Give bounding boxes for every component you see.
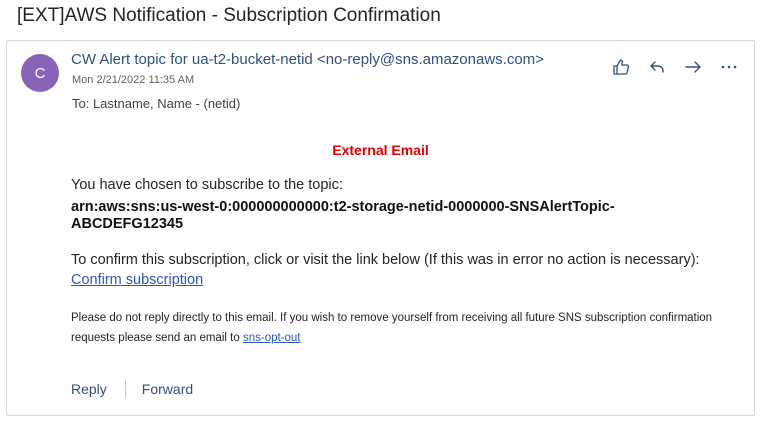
more-icon bbox=[721, 65, 737, 69]
external-email-banner: External Email bbox=[332, 142, 429, 158]
recipient-line: To: Lastname, Name - (netid) bbox=[72, 96, 241, 111]
email-subject: [EXT]AWS Notification - Subscription Con… bbox=[17, 5, 441, 26]
like-button[interactable] bbox=[603, 55, 639, 79]
forward-icon bbox=[685, 61, 701, 73]
sns-opt-out-link[interactable]: sns-opt-out bbox=[243, 332, 301, 344]
message-actions bbox=[603, 55, 747, 79]
footnote-text: Please do not reply directly to this ema… bbox=[71, 312, 713, 344]
more-actions-button[interactable] bbox=[711, 55, 747, 79]
sender-avatar[interactable]: C bbox=[21, 54, 59, 92]
sender-name[interactable]: CW Alert topic for ua-t2-bucket-netid bbox=[71, 51, 313, 68]
confirm-subscription-link[interactable]: Confirm subscription bbox=[71, 272, 203, 288]
forward-action-button[interactable] bbox=[675, 55, 711, 79]
forward-button[interactable]: Forward bbox=[142, 381, 193, 397]
like-icon bbox=[613, 59, 630, 75]
email-date: Mon 2/21/2022 11:35 AM bbox=[72, 74, 195, 86]
confirm-instructions: To confirm this subscription, click or v… bbox=[71, 252, 700, 268]
topic-arn: arn:aws:sns:us-west-0:000000000000:t2-st… bbox=[71, 199, 615, 232]
reply-icon bbox=[650, 61, 664, 73]
divider bbox=[124, 380, 126, 398]
reply-button[interactable]: Reply bbox=[71, 381, 107, 397]
sender-line[interactable]: CW Alert topic for ua-t2-bucket-netid <n… bbox=[71, 51, 544, 68]
reply-bar: Reply Forward bbox=[71, 380, 193, 398]
footnote: Please do not reply directly to this ema… bbox=[71, 308, 731, 348]
sender-address[interactable]: <no-reply@sns.amazonaws.com> bbox=[317, 51, 544, 68]
reply-action-button[interactable] bbox=[639, 55, 675, 79]
email-card: C CW Alert topic for ua-t2-bucket-netid … bbox=[6, 40, 755, 416]
subscribe-intro: You have chosen to subscribe to the topi… bbox=[71, 177, 343, 193]
